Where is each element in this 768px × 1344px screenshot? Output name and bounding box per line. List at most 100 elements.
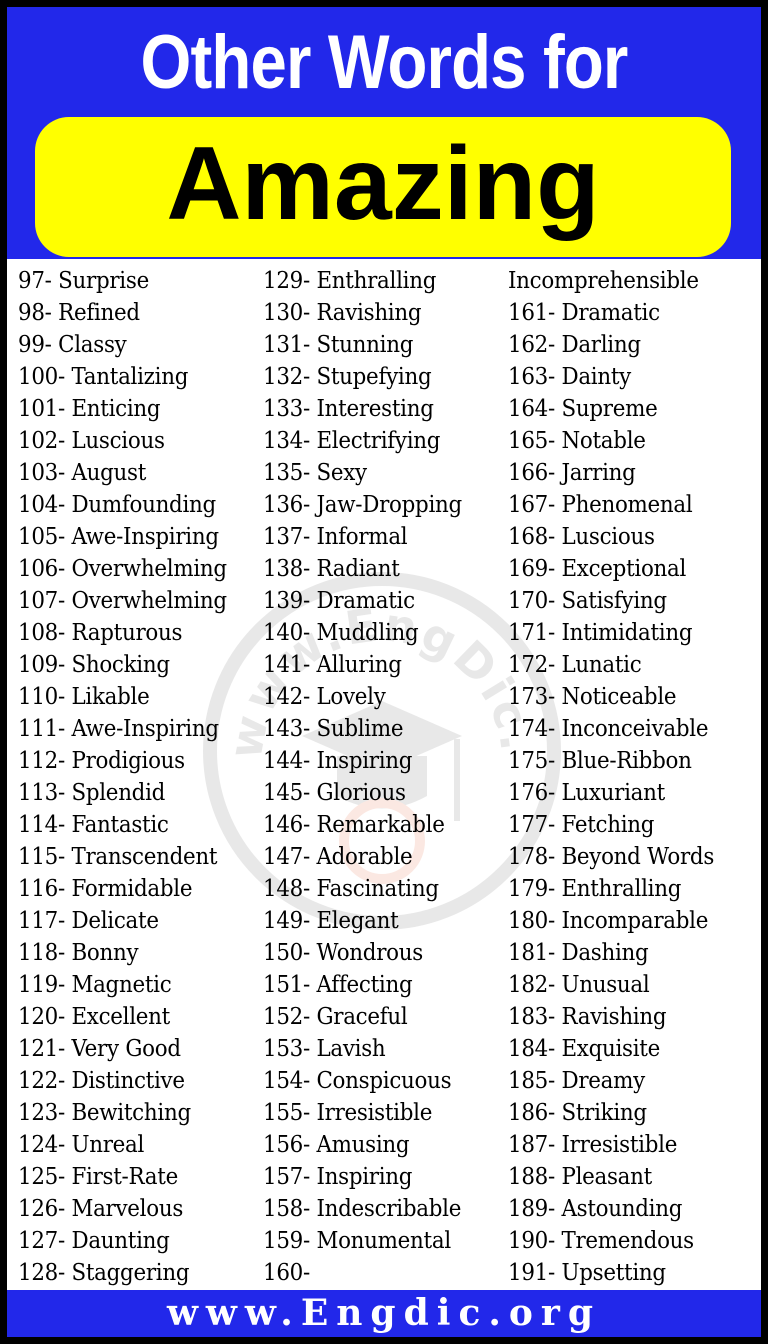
word-list-item: 130- Ravishing [263,300,422,326]
word-list-item: Incomprehensible [508,268,699,294]
word-list-item: 156- Amusing [263,1132,410,1158]
word-list-item: 101- Enticing [18,396,161,422]
word-column-2: 129- Enthralling 130- Ravishing 131- Stunn… [263,265,477,1289]
word-list-item: 115- Transcendent [18,844,218,870]
word-list-item: 113- Splendid [18,780,166,806]
word-list-item: 108- Rapturous [18,620,183,646]
page-subtitle: Amazing [166,126,600,242]
word-list-item: 99- Classy [18,332,127,358]
word-list-item: 111- Awe-Inspiring [18,716,219,742]
word-list-item: 147- Adorable [263,844,413,870]
word-list-item: 148- Fascinating [263,876,439,902]
word-list-item: 171- Intimidating [508,620,693,646]
word-list-item: 190- Tremendous [508,1228,694,1254]
word-list-item: 163- Dainty [508,364,631,390]
word-list-item: 110- Likable [18,684,150,710]
word-list-item: 118- Bonny [18,940,139,966]
word-list-item: 139- Dramatic [263,588,415,614]
word-list-item: 178- Beyond Words [508,844,715,870]
word-list-item: 187- Irresistible [508,1132,678,1158]
word-list-item: 129- Enthralling [263,268,437,294]
word-list-item: 119- Magnetic [18,972,172,998]
word-list-item: 173- Noticeable [508,684,677,710]
word-list-item: 100- Tantalizing [18,364,189,390]
word-list-item: 175- Blue-Ribbon [508,748,692,774]
word-list-item: 104- Dumfounding [18,492,216,518]
word-list-item: 127- Daunting [18,1228,170,1254]
word-list-item: 125- First-Rate [18,1164,178,1190]
word-list-item: 183- Ravishing [508,1004,667,1030]
word-list-item: 158- Indescribable [263,1196,462,1222]
word-list-item: 121- Very Good [18,1036,181,1062]
word-list-item: 105- Awe-Inspiring [18,524,219,550]
word-list-item: 145- Glorious [263,780,406,806]
word-list-item: 159- Monumental [263,1228,451,1254]
word-list-item: 169- Exceptional [508,556,687,582]
word-list-item: 128- Staggering [18,1260,190,1286]
word-list-item: 149- Elegant [263,908,399,934]
word-list-item: 151- Affecting [263,972,413,998]
word-list-item: 132- Stupefying [263,364,432,390]
word-list-item: 124- Unreal [18,1132,145,1158]
word-list-item: 165- Notable [508,428,646,454]
word-list-item: 184- Exquisite [508,1036,661,1062]
word-list-item: 166- Jarring [508,460,636,486]
word-list-item: 144- Inspiring [263,748,413,774]
word-list-item: 98- Refined [18,300,140,326]
word-list-item: 186- Striking [508,1100,647,1126]
word-list-item: 168- Luscious [508,524,655,550]
word-list-item: 152- Graceful [263,1004,408,1030]
page-title: Other Words for [140,20,628,105]
word-list-item: 179- Enthralling [508,876,682,902]
word-list-item: 134- Electrifying [263,428,441,454]
word-list-item: 120- Excellent [18,1004,170,1030]
word-list-item: 131- Stunning [263,332,414,358]
word-list-item: 191- Upsetting [508,1260,666,1286]
word-list-item: 102- Luscious [18,428,165,454]
word-list-item: 150- Wondrous [263,940,423,966]
word-list-item: 122- Distinctive [18,1068,185,1094]
word-list-item: 176- Luxuriant [508,780,665,806]
word-list-item: 155- Irresistible [263,1100,433,1126]
word-list-item: 140- Muddling [263,620,419,646]
word-list-item: 153- Lavish [263,1036,386,1062]
word-list-item: 141- Alluring [263,652,402,678]
word-list-item: 133- Interesting [263,396,434,422]
word-list-item: 161- Dramatic [508,300,660,326]
word-list-item: 143- Sublime [263,716,404,742]
word-column-1: 97- Surprise 98- Refined 99- Classy 100- Ta… [18,265,243,1289]
word-list-item: 182- Unusual [508,972,650,998]
word-list-item: 137- Informal [263,524,408,550]
word-list-item: 114- Fantastic [18,812,169,838]
word-list-item: 167- Phenomenal [508,492,693,518]
word-list-item: 160- [263,1260,310,1286]
word-list-item: 109- Shocking [18,652,170,678]
word-list-item: 177- Fetching [508,812,655,838]
word-list-item: 146- Remarkable [263,812,445,838]
footer-band: www.Engdic.org [7,1290,761,1337]
infographic-frame: Other Words for Amazing www.EngDic.org 9… [7,7,761,1337]
word-list-item: 107- Overwhelming [18,588,227,614]
word-list-item: 181- Dashing [508,940,649,966]
word-column-3: Incomprehensible 161- Dramatic 162- Darlin… [508,265,730,1289]
subtitle-pill: Amazing [35,117,731,257]
word-list-item: 117- Delicate [18,908,159,934]
word-list-item: 136- Jaw-Dropping [263,492,462,518]
word-list-item: 154- Conspicuous [263,1068,452,1094]
word-list-item: 170- Satisfying [508,588,667,614]
word-list-item: 180- Incomparable [508,908,709,934]
word-list-item: 112- Prodigious [18,748,185,774]
word-list: www.EngDic.org 97- Surprise98- Refined99… [7,261,761,1291]
word-list-item: 164- Supreme [508,396,658,422]
word-list-item: 188- Pleasant [508,1164,652,1190]
word-list-item: 157- Inspiring [263,1164,413,1190]
word-list-item: 97- Surprise [18,268,149,294]
word-list-item: 142- Lovely [263,684,386,710]
word-list-item: 138- Radiant [263,556,400,582]
word-list-item: 162- Darling [508,332,641,358]
word-list-item: 189- Astounding [508,1196,683,1222]
word-list-item: 123- Bewitching [18,1100,191,1126]
word-list-item: 116- Formidable [18,876,193,902]
word-list-item: 172- Lunatic [508,652,642,678]
footer-website-link[interactable]: www.Engdic.org [167,1292,601,1334]
